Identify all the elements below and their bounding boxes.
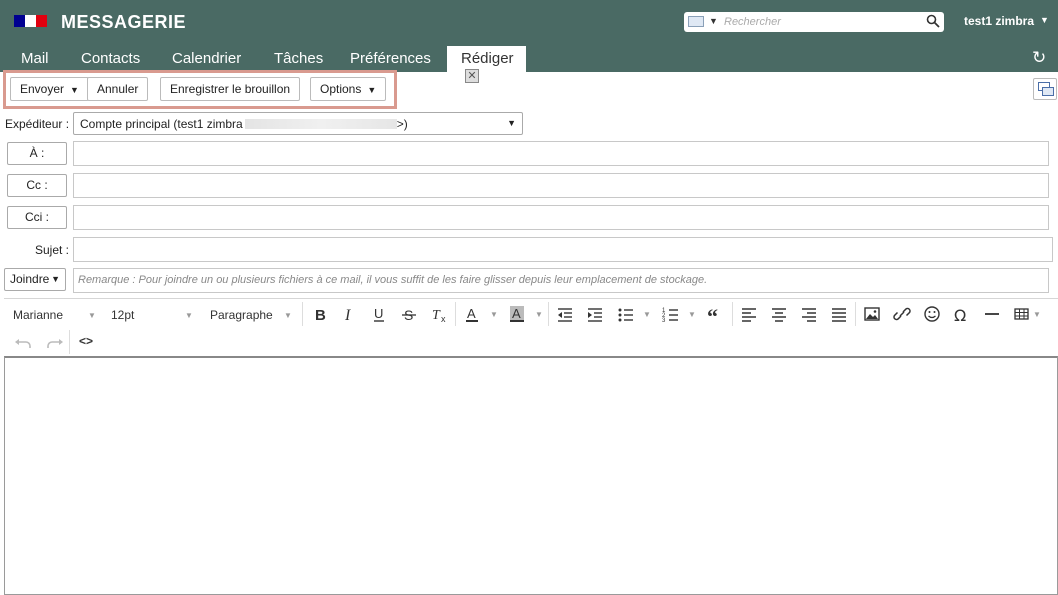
svg-text:Ω: Ω bbox=[954, 306, 966, 325]
sender-select[interactable]: Compte principal (test1 zimbra >) ▼ bbox=[73, 112, 523, 135]
redacted-email bbox=[244, 119, 397, 129]
chevron-down-icon[interactable]: ▼ bbox=[490, 310, 498, 319]
horizontal-line-icon[interactable] bbox=[983, 305, 1003, 325]
bullet-list-icon[interactable] bbox=[616, 305, 636, 325]
justify-icon[interactable] bbox=[830, 305, 850, 325]
image-icon[interactable] bbox=[863, 305, 883, 325]
align-center-icon[interactable] bbox=[770, 305, 790, 325]
search-input[interactable] bbox=[724, 13, 922, 31]
align-right-icon[interactable] bbox=[800, 305, 820, 325]
svg-text:U: U bbox=[374, 306, 383, 321]
search-icon[interactable] bbox=[926, 14, 940, 28]
message-body-editor[interactable] bbox=[4, 356, 1058, 595]
tab-rediger-label: Rédiger bbox=[461, 50, 514, 67]
user-menu[interactable]: test1 zimbra bbox=[964, 14, 1034, 28]
strikethrough-icon[interactable]: S bbox=[400, 305, 420, 325]
chevron-down-icon[interactable]: ▼ bbox=[535, 310, 543, 319]
tab-contacts[interactable]: Contacts bbox=[81, 50, 140, 67]
chevron-down-icon[interactable]: ▼ bbox=[367, 85, 376, 95]
refresh-icon[interactable]: ↻ bbox=[1032, 48, 1046, 68]
cc-button[interactable]: Cc : bbox=[7, 174, 67, 197]
clear-format-icon[interactable]: Tx bbox=[430, 305, 450, 325]
chevron-down-icon[interactable]: ▼ bbox=[507, 118, 516, 128]
block-format-select[interactable]: Paragraphe bbox=[210, 308, 273, 322]
send-button[interactable]: Envoyer ▼ bbox=[10, 77, 89, 101]
cc-field[interactable] bbox=[73, 173, 1049, 198]
numbered-list-icon[interactable]: 123 bbox=[661, 305, 681, 325]
attach-note: Remarque : Pour joindre un ou plusieurs … bbox=[73, 268, 1049, 293]
tab-taches[interactable]: Tâches bbox=[274, 50, 323, 67]
search-box[interactable]: ▼ bbox=[684, 12, 944, 32]
attach-label: Joindre bbox=[10, 272, 50, 286]
chevron-down-icon[interactable]: ▼ bbox=[1033, 310, 1041, 319]
mail-search-type-icon[interactable] bbox=[688, 16, 704, 27]
to-button[interactable]: À : bbox=[7, 142, 67, 165]
chevron-down-icon[interactable]: ▼ bbox=[88, 311, 96, 320]
bold-icon[interactable]: B bbox=[310, 305, 330, 325]
svg-text:A: A bbox=[512, 306, 521, 321]
blockquote-icon[interactable]: “ bbox=[706, 305, 726, 325]
chevron-down-icon[interactable]: ▼ bbox=[284, 311, 292, 320]
to-field[interactable] bbox=[73, 141, 1049, 166]
svg-text:A: A bbox=[467, 306, 476, 321]
chevron-down-icon[interactable]: ▼ bbox=[709, 16, 718, 26]
options-button[interactable]: Options ▼ bbox=[310, 77, 387, 101]
sender-label: Expéditeur : bbox=[5, 117, 70, 131]
tab-calendrier[interactable]: Calendrier bbox=[172, 50, 241, 67]
svg-text:T: T bbox=[432, 308, 441, 323]
detach-window-icon[interactable] bbox=[1033, 78, 1057, 100]
undo-icon[interactable] bbox=[14, 332, 34, 352]
marianne-flag-logo bbox=[14, 15, 47, 27]
align-left-icon[interactable] bbox=[740, 305, 760, 325]
save-draft-button[interactable]: Enregistrer le brouillon bbox=[160, 77, 301, 101]
font-size-select[interactable]: 12pt bbox=[111, 308, 134, 322]
subject-label: Sujet : bbox=[35, 243, 70, 257]
svg-text:3: 3 bbox=[662, 318, 666, 324]
tab-rediger[interactable]: Rédiger ✕ bbox=[447, 46, 526, 83]
indent-icon[interactable] bbox=[586, 305, 606, 325]
svg-text:I: I bbox=[344, 307, 351, 324]
options-label: Options bbox=[320, 82, 362, 96]
cancel-button[interactable]: Annuler bbox=[87, 77, 149, 101]
highlight-color-icon[interactable]: A bbox=[508, 305, 528, 325]
tab-mail[interactable]: Mail bbox=[21, 50, 49, 67]
svg-text:x: x bbox=[441, 314, 446, 324]
send-label: Envoyer bbox=[20, 82, 65, 96]
sender-value: Compte principal (test1 zimbra bbox=[80, 117, 243, 131]
sender-suffix: >) bbox=[396, 117, 408, 131]
font-family-select[interactable]: Marianne bbox=[13, 308, 63, 322]
link-icon[interactable] bbox=[893, 305, 913, 325]
italic-icon[interactable]: I bbox=[340, 305, 360, 325]
chevron-down-icon[interactable]: ▼ bbox=[185, 311, 193, 320]
underline-icon[interactable]: U bbox=[370, 305, 390, 325]
table-icon[interactable] bbox=[1013, 305, 1033, 325]
source-code-icon[interactable]: <> bbox=[79, 334, 93, 348]
subject-field[interactable] bbox=[73, 237, 1053, 262]
tab-preferences[interactable]: Préférences bbox=[350, 50, 431, 67]
chevron-down-icon[interactable]: ▼ bbox=[70, 85, 79, 95]
attach-button[interactable]: Joindre ▼ bbox=[4, 268, 66, 291]
bcc-button[interactable]: Cci : bbox=[7, 206, 67, 229]
text-color-icon[interactable]: A bbox=[463, 305, 483, 325]
chevron-down-icon[interactable]: ▼ bbox=[51, 274, 60, 284]
svg-text:“: “ bbox=[707, 305, 718, 325]
chevron-down-icon[interactable]: ▼ bbox=[643, 310, 651, 319]
outdent-icon[interactable] bbox=[556, 305, 576, 325]
emoji-icon[interactable] bbox=[923, 305, 943, 325]
app-title: MESSAGERIE bbox=[61, 12, 187, 32]
app-header: MESSAGERIE ▼ test1 zimbra ▼ Mail Contact… bbox=[0, 0, 1058, 83]
close-icon[interactable]: ✕ bbox=[465, 69, 479, 83]
special-char-icon[interactable]: Ω bbox=[953, 305, 973, 325]
chevron-down-icon[interactable]: ▼ bbox=[1040, 15, 1049, 25]
svg-text:B: B bbox=[315, 307, 326, 324]
chevron-down-icon[interactable]: ▼ bbox=[688, 310, 696, 319]
redo-icon[interactable] bbox=[46, 332, 66, 352]
bcc-field[interactable] bbox=[73, 205, 1049, 230]
